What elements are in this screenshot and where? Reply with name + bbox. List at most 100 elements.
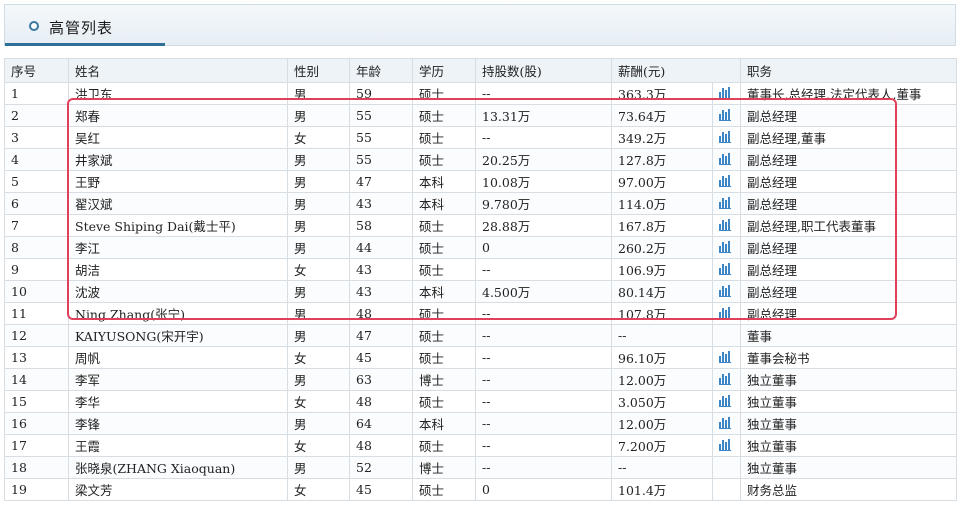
row-number-cell: 8 [4, 236, 69, 259]
table-row: 8 李江男 44 硕士 0 260.2万 副总经理 [4, 236, 958, 259]
bar-chart-icon[interactable] [719, 219, 731, 231]
salary-chart-cell[interactable] [711, 280, 742, 303]
gender-cell: 男 [287, 456, 350, 479]
exec-name-cell: 李军 [68, 368, 288, 391]
bar-chart-icon[interactable] [719, 131, 731, 143]
salary-chart-cell[interactable] [711, 346, 742, 369]
exec-name-cell: 王霞 [68, 434, 288, 457]
col-header-no[interactable]: 序号 [4, 58, 69, 83]
salary-cell: 7.200万 [611, 434, 713, 457]
row-number-cell: 13 [4, 346, 69, 369]
bar-chart-icon[interactable] [719, 241, 731, 253]
table-row: 19 梁文芳女 45 硕士 0 101.4万 财务总监 [4, 478, 958, 501]
position-cell: 独立董事 [740, 390, 958, 413]
table-row: 3 吴红女 55 硕士 -- 349.2万 副总经理,董事 [4, 126, 958, 149]
bar-chart-icon[interactable] [719, 175, 731, 187]
age-cell: 63 [349, 368, 413, 391]
col-header-salary[interactable]: 薪酬(元) [610, 58, 742, 83]
gender-cell: 男 [287, 368, 350, 391]
salary-chart-cell[interactable] [711, 434, 742, 457]
bar-chart-icon[interactable] [719, 109, 731, 121]
age-cell: 43 [349, 192, 413, 215]
age-cell: 55 [349, 148, 413, 171]
col-header-age[interactable]: 年龄 [349, 58, 413, 83]
gender-cell: 女 [287, 434, 350, 457]
row-number-cell: 15 [4, 390, 69, 413]
salary-cell: 101.4万 [611, 478, 713, 501]
salary-chart-cell[interactable] [711, 104, 742, 127]
age-cell: 48 [349, 302, 413, 325]
col-header-position[interactable]: 职务 [740, 58, 958, 83]
row-number-cell: 2 [4, 104, 69, 127]
exec-name-cell: 洪卫东 [68, 82, 288, 105]
salary-cell: 12.00万 [611, 412, 713, 435]
gender-cell: 男 [287, 236, 350, 259]
salary-cell: 114.0万 [611, 192, 713, 215]
bar-chart-icon[interactable] [719, 263, 731, 275]
gender-cell: 男 [287, 170, 350, 193]
bar-chart-icon[interactable] [719, 417, 731, 429]
bar-chart-icon[interactable] [719, 439, 731, 451]
position-cell: 副总经理 [740, 104, 958, 127]
gender-cell: 女 [287, 258, 350, 281]
exec-name-cell: KAIYUSONG(宋开宇) [68, 324, 288, 347]
salary-chart-cell[interactable] [711, 236, 742, 259]
table-row: 4 井家斌男 55 硕士 20.25万 127.8万 副总经理 [4, 148, 958, 171]
education-cell: 本科 [412, 412, 476, 435]
executives-table: 序号 姓名 性别 年龄 学历 持股数(股) 薪酬(元) 职务 1 洪卫东男 59 硕士… [4, 58, 958, 501]
bar-chart-icon[interactable] [719, 87, 731, 99]
age-cell: 48 [349, 434, 413, 457]
row-number-cell: 17 [4, 434, 69, 457]
col-header-education[interactable]: 学历 [412, 58, 476, 83]
row-number-cell: 12 [4, 324, 69, 347]
education-cell: 博士 [412, 368, 476, 391]
bar-chart-icon[interactable] [719, 285, 731, 297]
col-header-shares[interactable]: 持股数(股) [475, 58, 612, 83]
position-cell: 副总经理 [740, 236, 958, 259]
shares-held-cell: -- [475, 368, 612, 391]
salary-chart-cell[interactable] [711, 214, 742, 237]
col-header-gender[interactable]: 性别 [287, 58, 350, 83]
table-row: 18 张晓泉(ZHANG Xiaoquan) 男 52 博士 -- -- 独立董事 [4, 456, 958, 479]
salary-chart-cell[interactable] [711, 412, 742, 435]
circle-bullet-icon [29, 21, 39, 31]
bar-chart-icon[interactable] [719, 307, 731, 319]
salary-chart-cell[interactable] [711, 170, 742, 193]
bar-chart-icon[interactable] [719, 153, 731, 165]
education-cell: 硕士 [412, 214, 476, 237]
shares-held-cell: 0 [475, 236, 612, 259]
position-cell: 副总经理 [740, 258, 958, 281]
salary-chart-cell[interactable] [711, 82, 742, 105]
position-cell: 副总经理 [740, 280, 958, 303]
salary-chart-cell[interactable] [711, 258, 742, 281]
education-cell: 硕士 [412, 82, 476, 105]
bar-chart-icon[interactable] [719, 373, 731, 385]
salary-chart-cell[interactable] [711, 192, 742, 215]
exec-name-cell: 胡洁 [68, 258, 288, 281]
age-cell: 58 [349, 214, 413, 237]
gender-cell: 男 [287, 192, 350, 215]
salary-chart-cell[interactable] [711, 126, 742, 149]
position-cell: 副总经理 [740, 192, 958, 215]
gender-cell: 男 [287, 104, 350, 127]
position-cell: 财务总监 [740, 478, 958, 501]
bar-chart-icon[interactable] [719, 351, 731, 363]
age-cell: 43 [349, 258, 413, 281]
age-cell: 48 [349, 390, 413, 413]
salary-cell: 96.10万 [611, 346, 713, 369]
shares-held-cell: -- [475, 412, 612, 435]
table-row: 2 郑春男 55 硕士 13.31万 73.64万 副总经理 [4, 104, 958, 127]
salary-cell: 349.2万 [611, 126, 713, 149]
age-cell: 45 [349, 478, 413, 501]
salary-chart-cell[interactable] [711, 390, 742, 413]
bar-chart-icon[interactable] [719, 395, 731, 407]
salary-chart-cell[interactable] [711, 148, 742, 171]
col-header-name[interactable]: 姓名 [68, 58, 288, 83]
salary-chart-cell[interactable] [711, 302, 742, 325]
shares-held-cell: 10.08万 [475, 170, 612, 193]
salary-cell: 260.2万 [611, 236, 713, 259]
salary-chart-cell[interactable] [711, 368, 742, 391]
bar-chart-icon[interactable] [719, 197, 731, 209]
age-cell: 55 [349, 126, 413, 149]
row-number-cell: 1 [4, 82, 69, 105]
